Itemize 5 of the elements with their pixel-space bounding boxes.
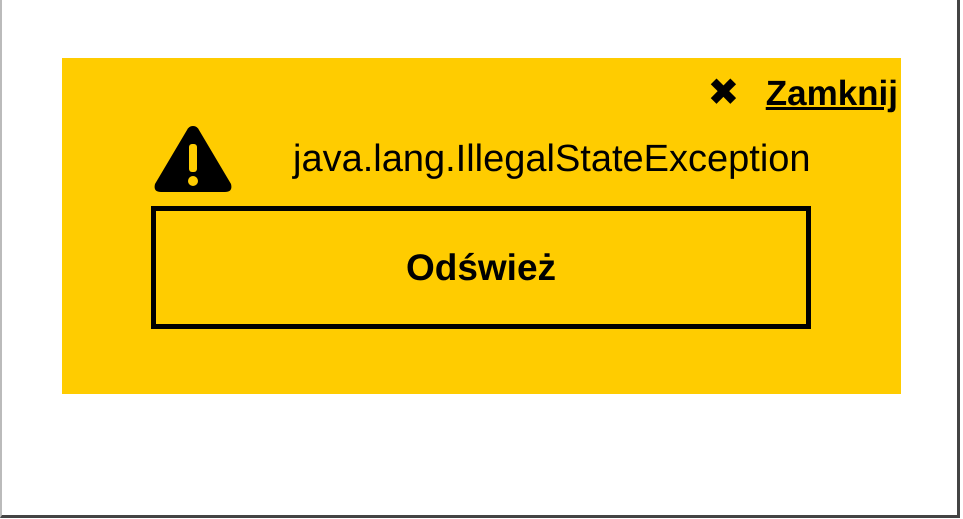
warning-icon	[153, 124, 233, 194]
close-icon[interactable]: ✖	[708, 74, 740, 112]
close-link[interactable]: Zamknij	[766, 76, 898, 110]
refresh-button[interactable]: Odśwież	[151, 206, 811, 329]
error-message: java.lang.IllegalStateException	[293, 140, 811, 178]
